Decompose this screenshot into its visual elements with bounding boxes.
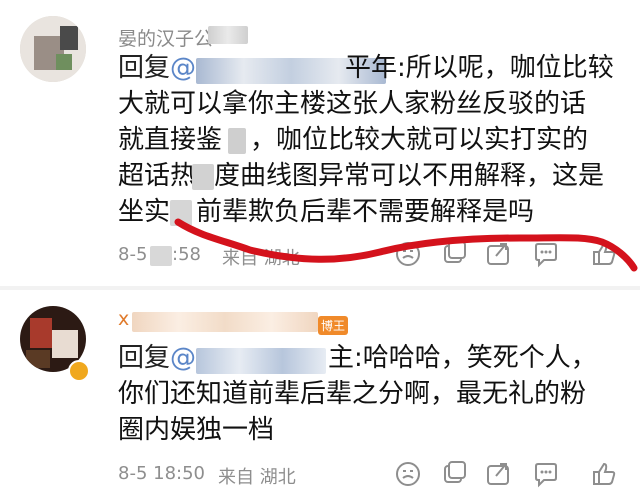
comment-2: x 博王 回复@ 主:哈哈哈，笑死个人， 你们还知道前辈后辈之分啊，最无礼的粉 …	[0, 290, 640, 499]
reply-prefix: 回复	[118, 343, 171, 373]
blurred-name	[132, 312, 318, 332]
mention-link[interactable]: @	[170, 343, 196, 373]
red-underline-annotation	[174, 218, 638, 272]
share-icon[interactable]	[484, 460, 512, 488]
timestamp: 8-5 18:50	[118, 463, 205, 484]
comment-line-3: 圈内娱独一档	[118, 415, 275, 445]
comment-icon[interactable]	[532, 460, 560, 488]
location: 来自 湖北	[218, 467, 296, 488]
comment-line-1b: 主:哈哈哈，笑死个人，	[328, 343, 597, 373]
verified-badge-icon	[68, 360, 90, 382]
like-icon[interactable]	[590, 460, 618, 488]
fan-badge: 博王	[318, 316, 349, 335]
blurred-mention	[196, 348, 326, 374]
comment-1: 晏的汉子公 回复@ 平年:所以呢，咖位比较 大就可以拿你主楼这张人家粉丝反驳的话…	[0, 0, 640, 286]
username[interactable]: x	[118, 308, 129, 330]
emoji-icon[interactable]	[394, 460, 422, 488]
copy-icon[interactable]	[440, 460, 468, 488]
comment-line-1: 回复@	[118, 340, 196, 376]
comment-line-2: 你们还知道前辈后辈之分啊，最无礼的粉	[118, 379, 587, 409]
